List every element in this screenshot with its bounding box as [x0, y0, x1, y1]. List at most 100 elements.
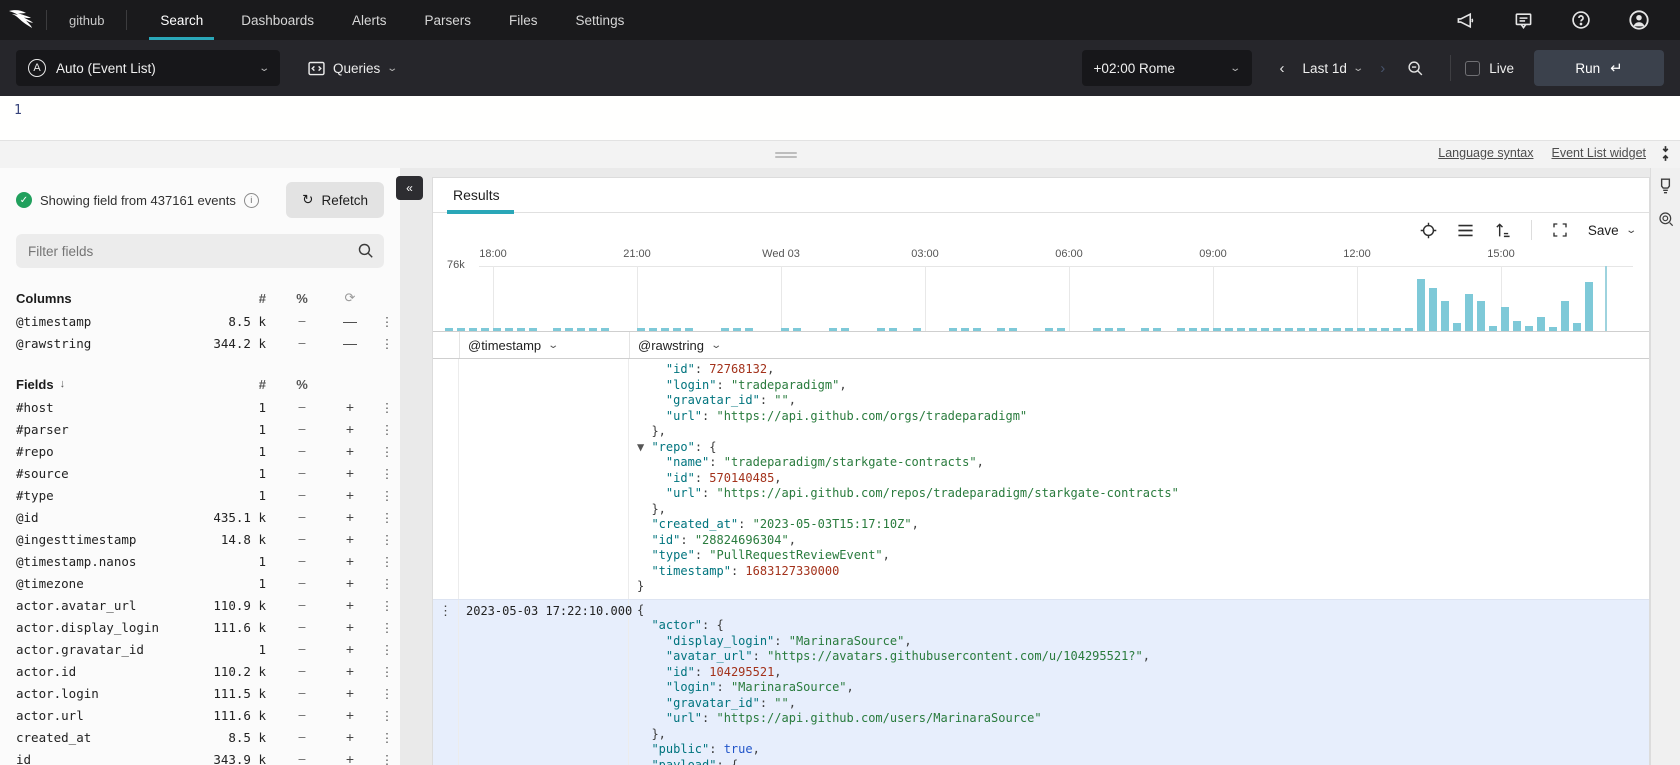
field-menu-icon[interactable]: ⋮: [374, 400, 400, 415]
histogram-bar[interactable]: [1201, 328, 1209, 331]
event-histogram[interactable]: 76k 18:0021:00Wed 0303:0006:0009:0012:00…: [433, 247, 1649, 331]
query-editor[interactable]: 1: [0, 96, 1680, 140]
sort-order-icon[interactable]: [1494, 222, 1511, 238]
histogram-bar[interactable]: [1333, 328, 1341, 331]
field-menu-icon[interactable]: ⋮: [374, 642, 400, 657]
add-field-button[interactable]: +: [326, 575, 374, 591]
remove-column-button[interactable]: —: [326, 335, 374, 351]
refetch-button[interactable]: ↻ Refetch: [286, 182, 384, 218]
histogram-bar[interactable]: [1309, 328, 1317, 331]
histogram-bar[interactable]: [1105, 328, 1113, 331]
field-menu-icon[interactable]: ⋮: [374, 510, 400, 525]
histogram-bar[interactable]: [1297, 328, 1305, 331]
add-field-button[interactable]: +: [326, 487, 374, 503]
field-row[interactable]: @id435.1 k–+⋮: [0, 506, 400, 528]
nav-item-dashboards[interactable]: Dashboards: [222, 0, 333, 40]
fullscreen-icon[interactable]: [1552, 222, 1568, 238]
add-field-button[interactable]: +: [326, 553, 374, 569]
time-range-next-button[interactable]: ›: [1370, 60, 1395, 77]
add-field-button[interactable]: +: [326, 641, 374, 657]
histogram-bar[interactable]: [685, 328, 693, 331]
histogram-bar[interactable]: [1549, 327, 1557, 331]
histogram-bar[interactable]: [1225, 328, 1233, 331]
histogram-bar[interactable]: [841, 328, 849, 331]
user-avatar[interactable]: [1622, 3, 1656, 37]
tab-results[interactable]: Results: [433, 178, 520, 213]
info-icon[interactable]: i: [244, 193, 259, 208]
histogram-bar[interactable]: [745, 328, 753, 331]
column-header-rawstring[interactable]: @rawstring ⌄: [629, 332, 1649, 358]
event-row[interactable]: ⋮2023-05-03 17:22:10.000{ "actor": { "di…: [433, 599, 1649, 765]
add-field-button[interactable]: +: [326, 531, 374, 547]
histogram-bar[interactable]: [1441, 301, 1449, 331]
time-range-previous-button[interactable]: ‹: [1270, 60, 1295, 77]
field-menu-icon[interactable]: ⋮: [374, 576, 400, 591]
histogram-bar[interactable]: [601, 328, 609, 331]
column-header-timestamp[interactable]: @timestamp ⌄: [459, 332, 629, 358]
nav-item-files[interactable]: Files: [490, 0, 557, 40]
histogram-bar[interactable]: [1141, 328, 1149, 331]
histogram-bar[interactable]: [637, 328, 645, 331]
field-menu-icon[interactable]: ⋮: [374, 752, 400, 765]
histogram-bar[interactable]: [1465, 294, 1473, 331]
field-interactions-icon[interactable]: [1658, 178, 1673, 195]
histogram-bar[interactable]: [1345, 328, 1353, 331]
field-menu-icon[interactable]: ⋮: [374, 730, 400, 745]
editor-resize-handle[interactable]: [775, 150, 797, 160]
histogram-bar[interactable]: [1261, 328, 1269, 331]
collapse-editor-icon[interactable]: [1659, 146, 1672, 161]
column-row[interactable]: @rawstring344.2 k–—⋮: [0, 332, 400, 354]
inspect-search-icon[interactable]: [1658, 211, 1674, 227]
field-menu-icon[interactable]: ⋮: [374, 686, 400, 701]
add-field-button[interactable]: +: [326, 465, 374, 481]
histogram-bar[interactable]: [529, 328, 537, 331]
histogram-bar[interactable]: [493, 328, 501, 331]
histogram-bar[interactable]: [1537, 317, 1545, 331]
row-density-icon[interactable]: [1457, 223, 1474, 238]
histogram-bar[interactable]: [829, 328, 837, 331]
histogram-bar[interactable]: [781, 328, 789, 331]
histogram-bar[interactable]: [673, 328, 681, 331]
field-menu-icon[interactable]: ⋮: [374, 598, 400, 613]
field-menu-icon[interactable]: ⋮: [374, 620, 400, 635]
histogram-bar[interactable]: [733, 328, 741, 331]
histogram-bar[interactable]: [1561, 301, 1569, 331]
columns-sync-icon[interactable]: ⟳: [326, 290, 374, 306]
column-row[interactable]: @timestamp8.5 k–—⋮: [0, 310, 400, 332]
histogram-bar[interactable]: [793, 328, 801, 331]
field-menu-icon[interactable]: ⋮: [374, 466, 400, 481]
sort-descending-icon[interactable]: ↓: [60, 378, 66, 390]
histogram-bar[interactable]: [1417, 279, 1425, 331]
field-row[interactable]: actor.id110.2 k–+⋮: [0, 660, 400, 682]
histogram-bar[interactable]: [577, 328, 585, 331]
field-menu-icon[interactable]: ⋮: [374, 488, 400, 503]
histogram-bar[interactable]: [1453, 323, 1461, 331]
nav-item-search[interactable]: Search: [141, 0, 222, 40]
histogram-bar[interactable]: [1525, 326, 1533, 331]
histogram-bar[interactable]: [1477, 301, 1485, 331]
histogram-bar[interactable]: [1405, 328, 1413, 331]
histogram-bar[interactable]: [1057, 328, 1065, 331]
field-row[interactable]: #repo1–+⋮: [0, 440, 400, 462]
histogram-bar[interactable]: [649, 328, 657, 331]
histogram-bar[interactable]: [1429, 288, 1437, 331]
save-button[interactable]: Save ⌄: [1588, 223, 1635, 238]
field-menu-icon[interactable]: ⋮: [374, 444, 400, 459]
field-row[interactable]: actor.login111.5 k–+⋮: [0, 682, 400, 704]
histogram-bar[interactable]: [1273, 328, 1281, 331]
collapse-toggle-icon[interactable]: ▼: [637, 440, 651, 454]
histogram-bar[interactable]: [1189, 328, 1197, 331]
field-menu-icon[interactable]: ⋮: [374, 664, 400, 679]
add-field-button[interactable]: +: [326, 663, 374, 679]
time-zoom-out-button[interactable]: [1395, 60, 1436, 77]
histogram-bar[interactable]: [517, 328, 525, 331]
field-row[interactable]: @timezone1–+⋮: [0, 572, 400, 594]
histogram-bar[interactable]: [1249, 328, 1257, 331]
histogram-bar[interactable]: [961, 328, 969, 331]
field-row[interactable]: created_at8.5 k–+⋮: [0, 726, 400, 748]
histogram-bar[interactable]: [1117, 328, 1125, 331]
add-field-button[interactable]: +: [326, 707, 374, 723]
field-row[interactable]: #type1–+⋮: [0, 484, 400, 506]
language-syntax-link[interactable]: Language syntax: [1438, 146, 1533, 160]
field-row[interactable]: actor.avatar_url110.9 k–+⋮: [0, 594, 400, 616]
